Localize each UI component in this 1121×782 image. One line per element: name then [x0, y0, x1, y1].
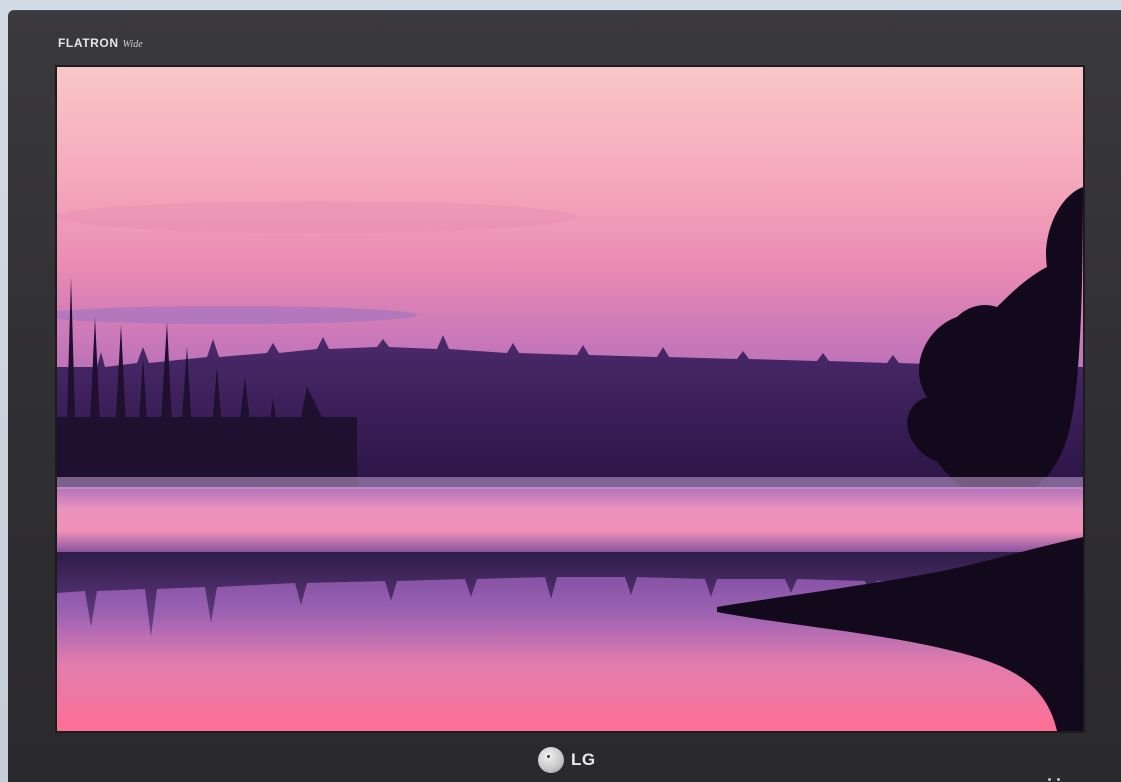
brand-label: FLATRON Wide: [58, 36, 143, 50]
indicator-lights: [1048, 778, 1060, 781]
model-script: Wide: [122, 39, 143, 50]
display-screen: [55, 65, 1085, 733]
cloud-streak: [57, 201, 577, 233]
landscape-image: [57, 67, 1083, 731]
indicator-dot: [1057, 778, 1060, 781]
monitor: FLATRON Wide LG: [8, 10, 1121, 782]
brand-name: FLATRON: [58, 36, 119, 50]
lg-logo-text: LG: [571, 750, 596, 769]
lg-logo: LG: [538, 747, 596, 773]
lg-logo-icon: [538, 747, 564, 773]
indicator-dot: [1048, 778, 1051, 781]
water-haze: [57, 477, 1083, 489]
